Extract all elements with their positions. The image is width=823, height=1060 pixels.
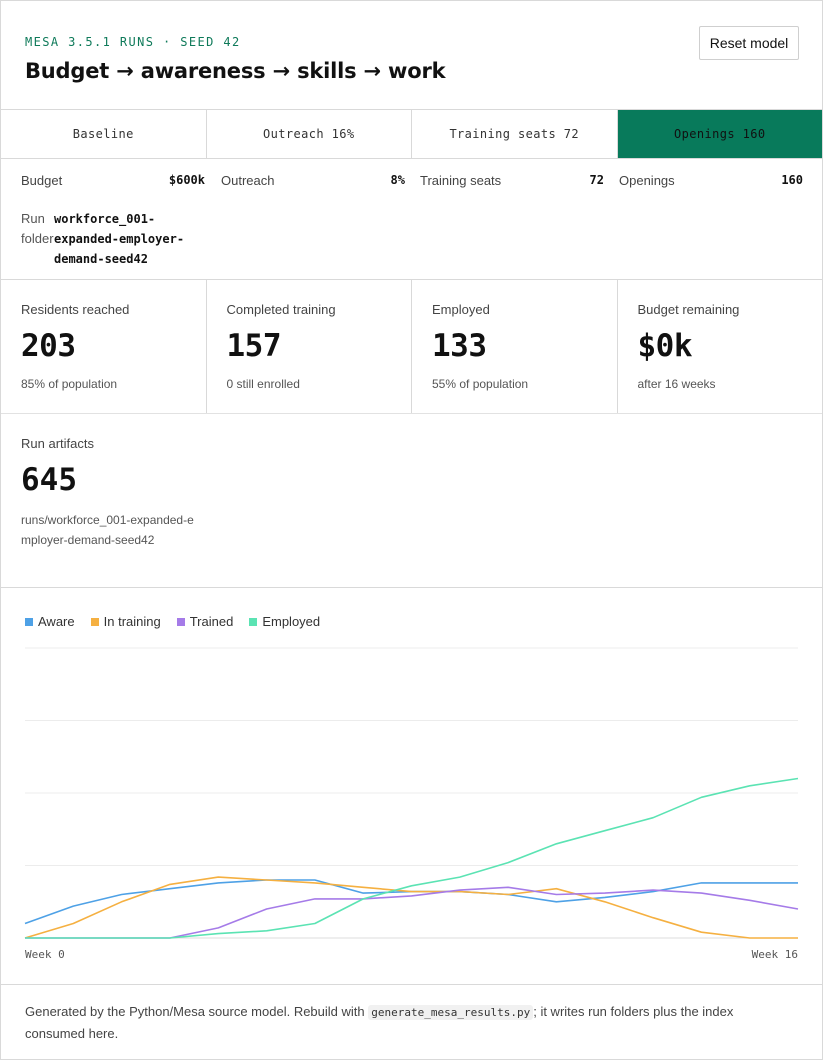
stat-sub: 0 still enrolled <box>226 377 300 391</box>
stat-residents-reached: Residents reached 203 85% of population <box>1 280 207 413</box>
series-line-employed <box>25 777 799 939</box>
stat-employed: Employed 133 55% of population <box>412 280 618 413</box>
parameters-panel: Budget $600k Outreach 8% Training seats … <box>1 159 822 280</box>
artifacts-value: 645 <box>21 462 77 498</box>
artifacts-label: Run artifacts <box>21 436 94 451</box>
tab-outreach[interactable]: Outreach 16% <box>207 110 412 158</box>
stat-value: 157 <box>226 328 282 364</box>
param-openings-label: Openings <box>619 173 675 188</box>
page-header: MESA 3.5.1 RUNS · SEED 42 Budget → aware… <box>1 1 822 110</box>
stat-value: 133 <box>432 328 487 364</box>
param-outreach-label: Outreach <box>221 173 275 188</box>
artifacts-path: runs/workforce_001-expanded-employer-dem… <box>21 513 194 547</box>
tab-training-seats[interactable]: Training seats 72 <box>412 110 618 158</box>
stat-label: Employed <box>432 302 490 317</box>
page-footer: Generated by the Python/Mesa source mode… <box>1 985 822 1057</box>
footer-note: Generated by the Python/Mesa source mode… <box>25 1001 782 1044</box>
run-folder-value: workforce_001-expanded-employer-demand-s… <box>54 212 185 266</box>
param-openings-value: 160 <box>781 173 803 187</box>
scenario-tabs: Baseline Outreach 16% Training seats 72 … <box>1 110 822 159</box>
param-budget: Budget $600k <box>21 173 205 188</box>
run-artifacts-card: Run artifacts 645 runs/workforce_001-exp… <box>1 414 822 588</box>
x-start-tick-label: Week 0 <box>25 948 65 961</box>
script-name-code: generate_mesa_results.py <box>368 1005 534 1020</box>
line-chart-svg: Week 0 Week 16 <box>24 647 799 961</box>
chart-series <box>24 777 799 939</box>
stat-label: Completed training <box>226 302 336 317</box>
tab-baseline[interactable]: Baseline <box>1 110 207 158</box>
run-folder-label: Run folder <box>21 211 54 246</box>
stat-value: $0k <box>637 328 693 364</box>
stat-label: Residents reached <box>21 302 130 317</box>
param-openings: Openings 160 <box>619 173 803 188</box>
param-training-seats: Training seats 72 <box>420 173 604 188</box>
stat-sub: 55% of population <box>432 377 529 391</box>
stat-sub: 85% of population <box>21 377 118 391</box>
reset-model-button[interactable]: Reset model <box>699 26 799 60</box>
param-outreach: Outreach 8% <box>221 173 405 188</box>
param-budget-label: Budget <box>21 173 63 188</box>
param-budget-value: $600k <box>168 173 205 187</box>
population-chart: Aware In training Trained Employed Week … <box>1 588 822 985</box>
footer-text-before: Generated by the Python/Mesa source mode… <box>25 1004 365 1019</box>
param-training-seats-value: 72 <box>589 173 604 187</box>
stat-completed-training: Completed training 157 0 still enrolled <box>207 280 412 413</box>
x-end-tick-label: Week 16 <box>752 948 798 961</box>
app-frame: MESA 3.5.1 RUNS · SEED 42 Budget → aware… <box>0 0 823 1060</box>
page-title: Budget → awareness → skills → work <box>25 59 446 83</box>
stat-label: Budget remaining <box>637 302 740 317</box>
stat-sub: after 16 weeks <box>637 377 716 391</box>
stat-budget-remaining: Budget remaining $0k after 16 weeks <box>618 280 823 413</box>
param-outreach-value: 8% <box>390 173 405 187</box>
param-training-seats-label: Training seats <box>420 173 502 188</box>
eyebrow: MESA 3.5.1 RUNS · SEED 42 <box>25 35 241 49</box>
stats-row: Residents reached 203 85% of population … <box>1 280 822 414</box>
stat-value: 203 <box>21 328 76 364</box>
tab-openings[interactable]: Openings 160 <box>617 110 822 158</box>
